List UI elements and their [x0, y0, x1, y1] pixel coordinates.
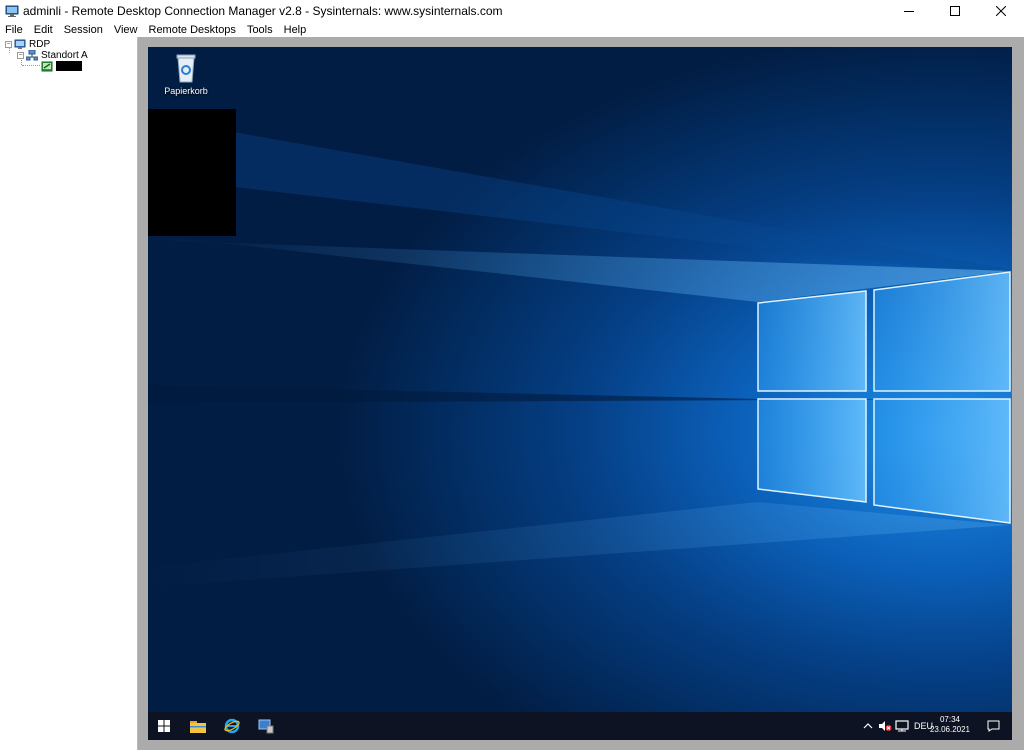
start-button[interactable]	[148, 712, 180, 740]
maximize-icon	[950, 6, 960, 16]
menu-bar: File Edit Session View Remote Desktops T…	[0, 22, 1024, 37]
redacted-desktop-region	[148, 109, 236, 236]
rdcman-app-icon[interactable]	[5, 4, 19, 18]
windows-start-icon	[158, 720, 170, 732]
tree-line	[22, 65, 40, 66]
windows-wallpaper	[148, 117, 1011, 587]
clock-time: 07:34	[939, 715, 961, 724]
tree-item-server[interactable]	[41, 60, 82, 72]
maximize-button[interactable]	[932, 0, 978, 22]
clock-date: 23.06.2021	[929, 725, 971, 734]
window-title: adminli - Remote Desktop Connection Mana…	[23, 4, 503, 18]
taskbar-internet-explorer[interactable]	[216, 712, 248, 740]
tree-item-label: Standort A	[41, 49, 88, 61]
redacted-server-name	[56, 61, 82, 71]
internet-explorer-icon	[224, 718, 240, 734]
show-hidden-icons-icon[interactable]	[863, 722, 873, 729]
menu-view[interactable]: View	[109, 24, 144, 36]
close-button[interactable]	[978, 0, 1024, 22]
menu-help[interactable]: Help	[279, 24, 313, 36]
collapse-toggle[interactable]: −	[5, 40, 12, 48]
desktop-icon-recycle-bin[interactable]: Papierkorb	[162, 53, 210, 96]
title-bar: adminli - Remote Desktop Connection Mana…	[0, 0, 1024, 22]
menu-tools[interactable]: Tools	[242, 24, 279, 36]
menu-remote-desktops[interactable]: Remote Desktops	[144, 24, 242, 36]
server-tree[interactable]: − RDP − Standort A	[0, 37, 138, 750]
network-icon[interactable]	[895, 720, 909, 732]
tree-item-label: RDP	[29, 38, 51, 50]
server-group-icon	[14, 39, 26, 49]
menu-file[interactable]: File	[0, 24, 29, 36]
network-group-icon	[26, 49, 38, 60]
connected-server-icon	[41, 61, 53, 71]
taskbar-clock[interactable]: 07:34 23.06.2021	[928, 715, 972, 735]
collapse-toggle[interactable]: −	[17, 51, 24, 59]
taskbar-server-manager[interactable]	[250, 712, 282, 740]
folder-icon	[190, 720, 206, 733]
minimize-button[interactable]	[886, 0, 932, 22]
window-controls	[886, 0, 1024, 22]
recycle-bin-icon	[176, 54, 196, 83]
remote-desktop[interactable]: Papierkorb	[148, 47, 1012, 712]
close-icon	[996, 6, 1006, 16]
remote-taskbar: DEU 07:34 23.06.2021	[148, 712, 1012, 740]
menu-session[interactable]: Session	[59, 24, 109, 36]
minimize-icon	[904, 11, 914, 12]
menu-edit[interactable]: Edit	[29, 24, 59, 36]
notifications-icon[interactable]	[987, 720, 1000, 732]
server-manager-icon	[258, 719, 274, 734]
desktop-icon-label: Papierkorb	[164, 86, 208, 96]
speaker-muted-icon[interactable]	[878, 720, 892, 732]
taskbar-file-explorer[interactable]	[182, 712, 214, 740]
